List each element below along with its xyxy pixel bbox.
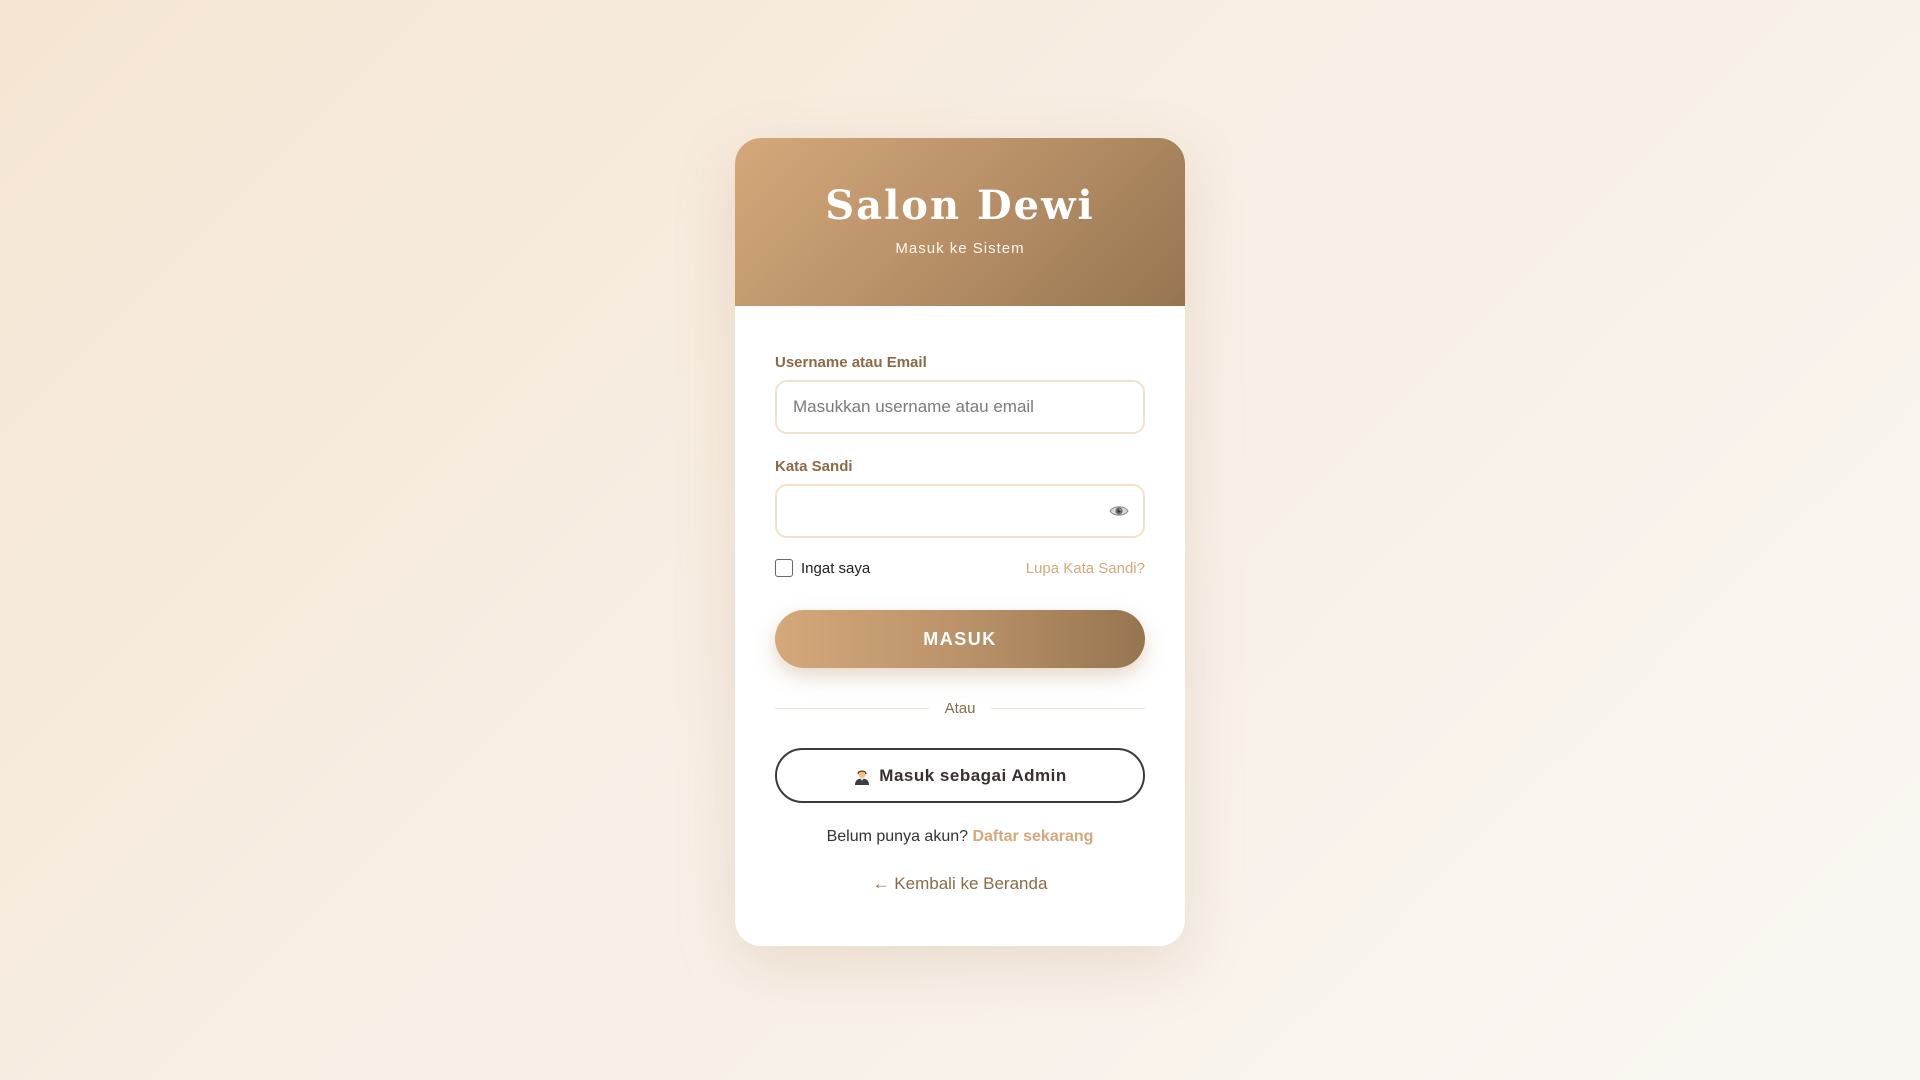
- remember-label: Ingat saya: [801, 559, 871, 577]
- forgot-password-link[interactable]: Lupa Kata Sandi?: [1026, 560, 1145, 577]
- register-prompt: Belum punya akun?: [826, 828, 973, 845]
- admin-login-button[interactable]: Masuk sebagai Admin: [775, 748, 1145, 803]
- admin-person-icon: [853, 767, 871, 785]
- password-field-wrapper: [775, 484, 1145, 538]
- username-input[interactable]: [777, 382, 1143, 432]
- password-label: Kata Sandi: [775, 458, 853, 475]
- login-card: Salon Dewi Masuk ke Sistem Username atau…: [735, 138, 1185, 946]
- divider-line-right: [991, 707, 1146, 709]
- login-button[interactable]: MASUK: [775, 610, 1145, 668]
- divider: Atau: [775, 698, 1146, 718]
- divider-text: Atau: [944, 699, 976, 717]
- remember-me[interactable]: Ingat saya: [775, 559, 870, 577]
- username-field-wrapper: [775, 380, 1145, 434]
- register-link[interactable]: Daftar sekarang: [972, 828, 1093, 845]
- remember-checkbox[interactable]: [775, 559, 793, 577]
- password-input[interactable]: [777, 486, 1143, 536]
- brand-subtitle: Masuk ke Sistem: [895, 240, 1025, 257]
- options-row: Ingat saya Lupa Kata Sandi?: [775, 558, 1145, 578]
- register-row: Belum punya akun? Daftar sekarang: [775, 828, 1145, 846]
- back-to-home-link[interactable]: ← Kembali ke Beranda: [775, 874, 1145, 894]
- login-form: Username atau Email Kata Sandi Ingat say…: [735, 306, 1185, 894]
- brand-title: Salon Dewi: [825, 182, 1095, 229]
- admin-login-label: Masuk sebagai Admin: [879, 765, 1067, 785]
- divider-line-left: [775, 707, 929, 709]
- username-label: Username atau Email: [775, 354, 927, 371]
- eye-icon[interactable]: [1109, 501, 1129, 521]
- card-header: Salon Dewi Masuk ke Sistem: [735, 138, 1185, 306]
